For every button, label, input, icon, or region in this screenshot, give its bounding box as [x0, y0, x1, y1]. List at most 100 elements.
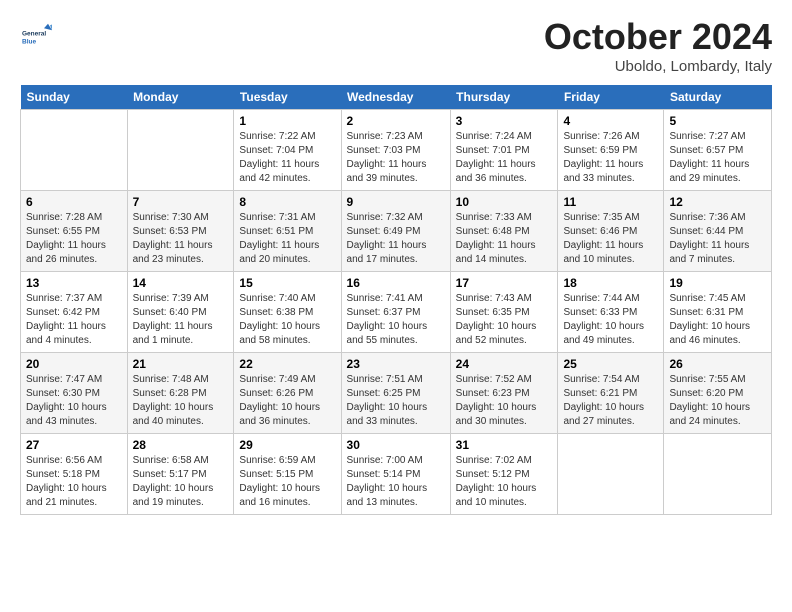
day-info: Sunrise: 7:54 AMSunset: 6:21 PMDaylight:…	[563, 373, 658, 429]
day-cell-4: 4 Sunrise: 7:26 AMSunset: 6:59 PMDaylight…	[558, 110, 664, 191]
day-info: Sunrise: 7:32 AMSunset: 6:49 PMDaylight:…	[347, 211, 445, 267]
svg-text:Blue: Blue	[22, 38, 36, 45]
day-number: 8	[239, 195, 335, 209]
col-header-tuesday: Tuesday	[234, 85, 341, 110]
day-number: 2	[347, 114, 445, 128]
day-cell-29: 29 Sunrise: 6:59 AMSunset: 5:15 PMDayligh…	[234, 434, 341, 515]
day-number: 30	[347, 438, 445, 452]
day-info: Sunrise: 7:39 AMSunset: 6:40 PMDaylight:…	[133, 292, 229, 348]
day-info: Sunrise: 7:48 AMSunset: 6:28 PMDaylight:…	[133, 373, 229, 429]
day-info: Sunrise: 7:55 AMSunset: 6:20 PMDaylight:…	[669, 373, 766, 429]
day-number: 6	[26, 195, 122, 209]
day-cell-19: 19 Sunrise: 7:45 AMSunset: 6:31 PMDayligh…	[664, 272, 772, 353]
day-cell-9: 9 Sunrise: 7:32 AMSunset: 6:49 PMDaylight…	[341, 191, 450, 272]
day-info: Sunrise: 7:28 AMSunset: 6:55 PMDaylight:…	[26, 211, 122, 267]
day-cell-13: 13 Sunrise: 7:37 AMSunset: 6:42 PMDayligh…	[21, 272, 128, 353]
day-number: 25	[563, 357, 658, 371]
calendar-table: SundayMondayTuesdayWednesdayThursdayFrid…	[20, 85, 772, 515]
day-info: Sunrise: 7:44 AMSunset: 6:33 PMDaylight:…	[563, 292, 658, 348]
day-info: Sunrise: 7:43 AMSunset: 6:35 PMDaylight:…	[456, 292, 553, 348]
day-cell-16: 16Sunrise: 7:41 AMSunset: 6:37 PMDayligh…	[341, 272, 450, 353]
day-cell-31: 31Sunrise: 7:02 AMSunset: 5:12 PMDayligh…	[450, 434, 558, 515]
logo: General Blue	[20, 20, 52, 55]
day-number: 22	[239, 357, 335, 371]
col-header-sunday: Sunday	[21, 85, 128, 110]
day-cell-11: 11 Sunrise: 7:35 AMSunset: 6:46 PMDayligh…	[558, 191, 664, 272]
header: General Blue October 2024 Uboldo, Lombar…	[20, 16, 772, 75]
day-number: 17	[456, 276, 553, 290]
day-cell-3: 3Sunrise: 7:24 AMSunset: 7:01 PMDaylight…	[450, 110, 558, 191]
day-info: Sunrise: 7:37 AMSunset: 6:42 PMDaylight:…	[26, 292, 122, 348]
empty-cell	[21, 110, 128, 191]
col-header-wednesday: Wednesday	[341, 85, 450, 110]
day-cell-25: 25 Sunrise: 7:54 AMSunset: 6:21 PMDayligh…	[558, 353, 664, 434]
day-number: 23	[347, 357, 445, 371]
day-cell-8: 8Sunrise: 7:31 AMSunset: 6:51 PMDaylight…	[234, 191, 341, 272]
col-header-saturday: Saturday	[664, 85, 772, 110]
day-cell-14: 14 Sunrise: 7:39 AMSunset: 6:40 PMDayligh…	[127, 272, 234, 353]
day-number: 10	[456, 195, 553, 209]
day-cell-6: 6 Sunrise: 7:28 AMSunset: 6:55 PMDaylight…	[21, 191, 128, 272]
day-number: 19	[669, 276, 766, 290]
day-number: 4	[563, 114, 658, 128]
day-info: Sunrise: 7:22 AMSunset: 7:04 PMDaylight:…	[239, 130, 335, 186]
day-info: Sunrise: 7:36 AMSunset: 6:44 PMDaylight:…	[669, 211, 766, 267]
day-info: Sunrise: 7:40 AMSunset: 6:38 PMDaylight:…	[239, 292, 335, 348]
day-number: 21	[133, 357, 229, 371]
day-number: 18	[563, 276, 658, 290]
day-cell-17: 17 Sunrise: 7:43 AMSunset: 6:35 PMDayligh…	[450, 272, 558, 353]
title-block: October 2024 Uboldo, Lombardy, Italy	[544, 16, 772, 75]
week-row-2: 6 Sunrise: 7:28 AMSunset: 6:55 PMDaylight…	[21, 191, 772, 272]
day-cell-28: 28Sunrise: 6:58 AMSunset: 5:17 PMDayligh…	[127, 434, 234, 515]
col-header-monday: Monday	[127, 85, 234, 110]
empty-cell	[127, 110, 234, 191]
location: Uboldo, Lombardy, Italy	[544, 58, 772, 75]
day-number: 29	[239, 438, 335, 452]
day-info: Sunrise: 7:30 AMSunset: 6:53 PMDaylight:…	[133, 211, 229, 267]
day-cell-5: 5 Sunrise: 7:27 AMSunset: 6:57 PMDaylight…	[664, 110, 772, 191]
day-cell-1: 1 Sunrise: 7:22 AMSunset: 7:04 PMDaylight…	[234, 110, 341, 191]
week-row-4: 20Sunrise: 7:47 AMSunset: 6:30 PMDayligh…	[21, 353, 772, 434]
day-info: Sunrise: 7:45 AMSunset: 6:31 PMDaylight:…	[669, 292, 766, 348]
day-cell-12: 12Sunrise: 7:36 AMSunset: 6:44 PMDayligh…	[664, 191, 772, 272]
day-number: 7	[133, 195, 229, 209]
day-number: 31	[456, 438, 553, 452]
day-info: Sunrise: 7:00 AMSunset: 5:14 PMDaylight:…	[347, 454, 445, 510]
day-cell-27: 27 Sunrise: 6:56 AMSunset: 5:18 PMDayligh…	[21, 434, 128, 515]
day-number: 1	[239, 114, 335, 128]
day-cell-30: 30 Sunrise: 7:00 AMSunset: 5:14 PMDayligh…	[341, 434, 450, 515]
day-info: Sunrise: 6:59 AMSunset: 5:15 PMDaylight:…	[239, 454, 335, 510]
empty-cell	[664, 434, 772, 515]
month-title: October 2024	[544, 16, 772, 58]
logo-bird-icon: General Blue	[22, 20, 52, 50]
day-info: Sunrise: 7:27 AMSunset: 6:57 PMDaylight:…	[669, 130, 766, 186]
day-cell-20: 20Sunrise: 7:47 AMSunset: 6:30 PMDayligh…	[21, 353, 128, 434]
day-cell-26: 26 Sunrise: 7:55 AMSunset: 6:20 PMDayligh…	[664, 353, 772, 434]
day-info: Sunrise: 7:26 AMSunset: 6:59 PMDaylight:…	[563, 130, 658, 186]
day-number: 27	[26, 438, 122, 452]
week-row-5: 27 Sunrise: 6:56 AMSunset: 5:18 PMDayligh…	[21, 434, 772, 515]
day-cell-2: 2 Sunrise: 7:23 AMSunset: 7:03 PMDaylight…	[341, 110, 450, 191]
svg-text:General: General	[22, 30, 46, 37]
empty-cell	[558, 434, 664, 515]
day-info: Sunrise: 7:49 AMSunset: 6:26 PMDaylight:…	[239, 373, 335, 429]
day-info: Sunrise: 7:47 AMSunset: 6:30 PMDaylight:…	[26, 373, 122, 429]
day-number: 28	[133, 438, 229, 452]
col-header-friday: Friday	[558, 85, 664, 110]
day-number: 13	[26, 276, 122, 290]
day-info: Sunrise: 6:56 AMSunset: 5:18 PMDaylight:…	[26, 454, 122, 510]
day-info: Sunrise: 7:35 AMSunset: 6:46 PMDaylight:…	[563, 211, 658, 267]
day-number: 5	[669, 114, 766, 128]
day-number: 9	[347, 195, 445, 209]
day-cell-23: 23Sunrise: 7:51 AMSunset: 6:25 PMDayligh…	[341, 353, 450, 434]
day-info: Sunrise: 7:41 AMSunset: 6:37 PMDaylight:…	[347, 292, 445, 348]
day-number: 26	[669, 357, 766, 371]
header-row: SundayMondayTuesdayWednesdayThursdayFrid…	[21, 85, 772, 110]
day-number: 3	[456, 114, 553, 128]
day-number: 14	[133, 276, 229, 290]
day-info: Sunrise: 7:23 AMSunset: 7:03 PMDaylight:…	[347, 130, 445, 186]
day-number: 11	[563, 195, 658, 209]
day-cell-7: 7 Sunrise: 7:30 AMSunset: 6:53 PMDaylight…	[127, 191, 234, 272]
day-cell-10: 10Sunrise: 7:33 AMSunset: 6:48 PMDayligh…	[450, 191, 558, 272]
day-cell-15: 15Sunrise: 7:40 AMSunset: 6:38 PMDayligh…	[234, 272, 341, 353]
